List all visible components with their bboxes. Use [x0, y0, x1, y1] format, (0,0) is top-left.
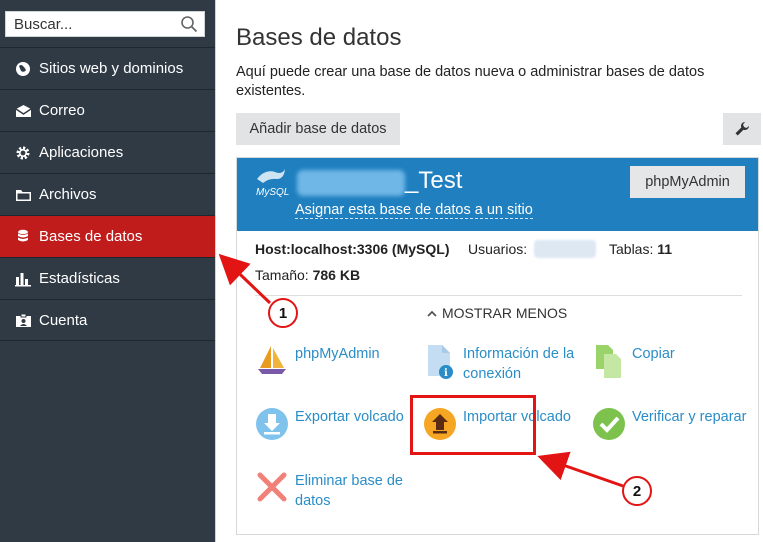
action-copy[interactable]: Copiar: [592, 344, 747, 382]
folder-icon: [14, 186, 32, 204]
database-card: MySQL _Test Asignar esta base de datos a…: [236, 157, 759, 535]
sidebar: Sitios web y dominios Correo Aplicacione…: [0, 0, 215, 542]
sidebar-item-account[interactable]: Cuenta: [0, 299, 215, 341]
search-icon[interactable]: [180, 15, 198, 33]
callout-1: 1: [268, 298, 298, 328]
action-label: Eliminar base de datos: [295, 473, 403, 509]
action-connection-info[interactable]: i Información de la conexión: [423, 344, 578, 384]
sidebar-item-applications[interactable]: Aplicaciones: [0, 131, 215, 173]
sidebar-item-label: Cuenta: [39, 311, 88, 329]
chevron-up-icon: [427, 310, 437, 317]
callout-2: 2: [622, 476, 652, 506]
bar-chart-icon: [14, 270, 32, 288]
check-icon: [592, 407, 626, 445]
svg-text:MySQL: MySQL: [256, 187, 289, 198]
database-icon: [14, 228, 32, 246]
sidebar-item-files[interactable]: Archivos: [0, 173, 215, 215]
id-card-icon: [14, 311, 32, 329]
database-name: _Test: [405, 167, 463, 194]
delete-x-icon: [255, 471, 289, 509]
action-delete-database[interactable]: Eliminar base de datos: [255, 471, 410, 511]
wrench-icon: [735, 122, 749, 136]
database-name-redacted: [297, 170, 405, 196]
users-label: Usuarios:: [468, 241, 528, 257]
main-content: Bases de datos Aquí puede crear una base…: [215, 0, 763, 542]
action-label: Información de la conexión: [463, 346, 575, 382]
svg-text:i: i: [444, 368, 448, 379]
action-label: phpMyAdmin: [295, 346, 380, 362]
action-export-dump[interactable]: Exportar volcado: [255, 407, 410, 445]
highlight-box-import: [410, 395, 536, 455]
sidebar-item-label: Aplicaciones: [39, 144, 124, 161]
phpmyadmin-button[interactable]: phpMyAdmin: [630, 166, 745, 198]
search-box: [5, 11, 205, 37]
sidebar-item-statistics[interactable]: Estadísticas: [0, 257, 215, 299]
envelope-icon: [14, 102, 32, 120]
copy-icon: [592, 344, 626, 382]
sidebar-item-label: Sitios web y dominios: [39, 60, 184, 77]
page-description: Aquí puede crear una base de datos nueva…: [236, 64, 705, 99]
show-less-toggle[interactable]: MOSTRAR MENOS: [427, 305, 567, 321]
add-database-button[interactable]: Añadir base de datos: [236, 113, 400, 145]
gear-icon: [14, 144, 32, 162]
assign-to-site-link[interactable]: Asignar esta base de datos a un sitio: [295, 202, 533, 219]
sidebar-item-websites[interactable]: Sitios web y dominios: [0, 47, 215, 89]
users-value-redacted: [534, 240, 596, 258]
connection-info-icon: i: [423, 344, 457, 382]
sidebar-item-databases[interactable]: Bases de datos: [0, 215, 215, 257]
mysql-logo-icon: MySQL: [255, 167, 289, 199]
sailboat-icon: [255, 344, 289, 382]
tools-button[interactable]: [723, 113, 761, 145]
divider: [255, 295, 742, 296]
action-check-repair[interactable]: Verificar y reparar: [592, 407, 747, 445]
globe-icon: [14, 60, 32, 78]
tables-info: Tablas: 11: [609, 241, 673, 257]
page-title: Bases de datos: [236, 24, 402, 51]
sidebar-item-mail[interactable]: Correo: [0, 89, 215, 131]
sidebar-item-label: Archivos: [39, 186, 97, 203]
action-label: Verificar y reparar: [632, 409, 747, 425]
export-download-icon: [255, 407, 289, 445]
sidebar-item-label: Bases de datos: [39, 228, 143, 245]
sidebar-item-label: Estadísticas: [39, 270, 120, 287]
action-phpmyadmin[interactable]: phpMyAdmin: [255, 344, 410, 382]
action-label: Exportar volcado: [295, 409, 404, 425]
action-label: Copiar: [632, 346, 675, 362]
sidebar-item-label: Correo: [39, 102, 85, 119]
host-info: Host:localhost:3306 (MySQL): [255, 241, 450, 257]
search-input[interactable]: [6, 12, 176, 36]
database-card-header: MySQL _Test Asignar esta base de datos a…: [237, 158, 758, 231]
size-info: Tamaño: 786 KB: [255, 267, 361, 283]
